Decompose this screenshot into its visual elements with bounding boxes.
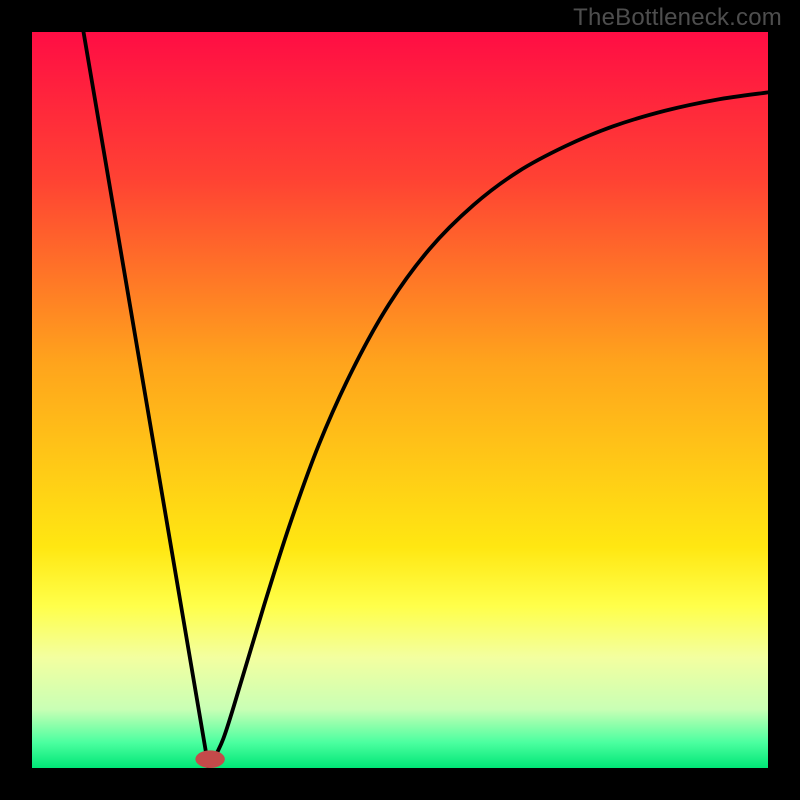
chart-frame: { "watermark": "TheBottleneck.com", "cha… <box>0 0 800 800</box>
bottleneck-chart <box>0 0 800 800</box>
watermark-text: TheBottleneck.com <box>573 4 782 32</box>
optimum-marker <box>195 750 224 768</box>
plot-background <box>32 32 768 768</box>
